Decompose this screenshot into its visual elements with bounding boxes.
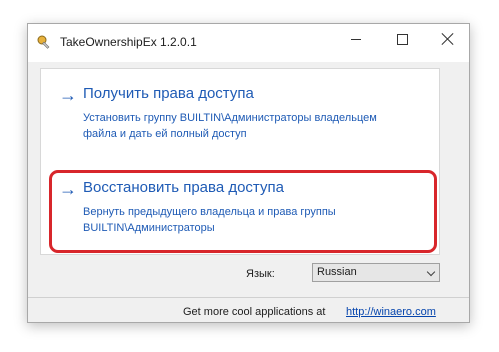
chevron-down-icon [426,267,436,277]
close-button[interactable] [425,24,471,54]
app-window: TakeOwnershipEx 1.2.0.1 → Получить права… [27,23,470,323]
language-label: Язык: [246,268,275,280]
option-description: Установить группу BUILTIN\Администраторы… [83,112,377,140]
footer-divider [28,297,469,298]
highlight-frame [49,170,437,253]
language-select[interactable]: Russian [312,263,440,282]
take-ownership-option[interactable]: → Получить права доступа Установить груп… [47,79,433,145]
minimize-button[interactable] [333,24,379,54]
option-heading: Получить права доступа [83,85,254,102]
arrow-right-icon: → [59,85,77,105]
maximize-button[interactable] [379,24,425,54]
footer-text: Get more cool applications at [183,306,326,318]
maximize-icon [396,33,408,45]
close-icon [442,33,454,45]
window-title: TakeOwnershipEx 1.2.0.1 [60,35,197,49]
minimize-icon [351,38,361,40]
winaero-link[interactable]: http://winaero.com [346,306,436,318]
language-selected-value: Russian [317,266,357,278]
title-bar[interactable]: TakeOwnershipEx 1.2.0.1 [28,24,469,62]
app-icon [37,35,50,49]
